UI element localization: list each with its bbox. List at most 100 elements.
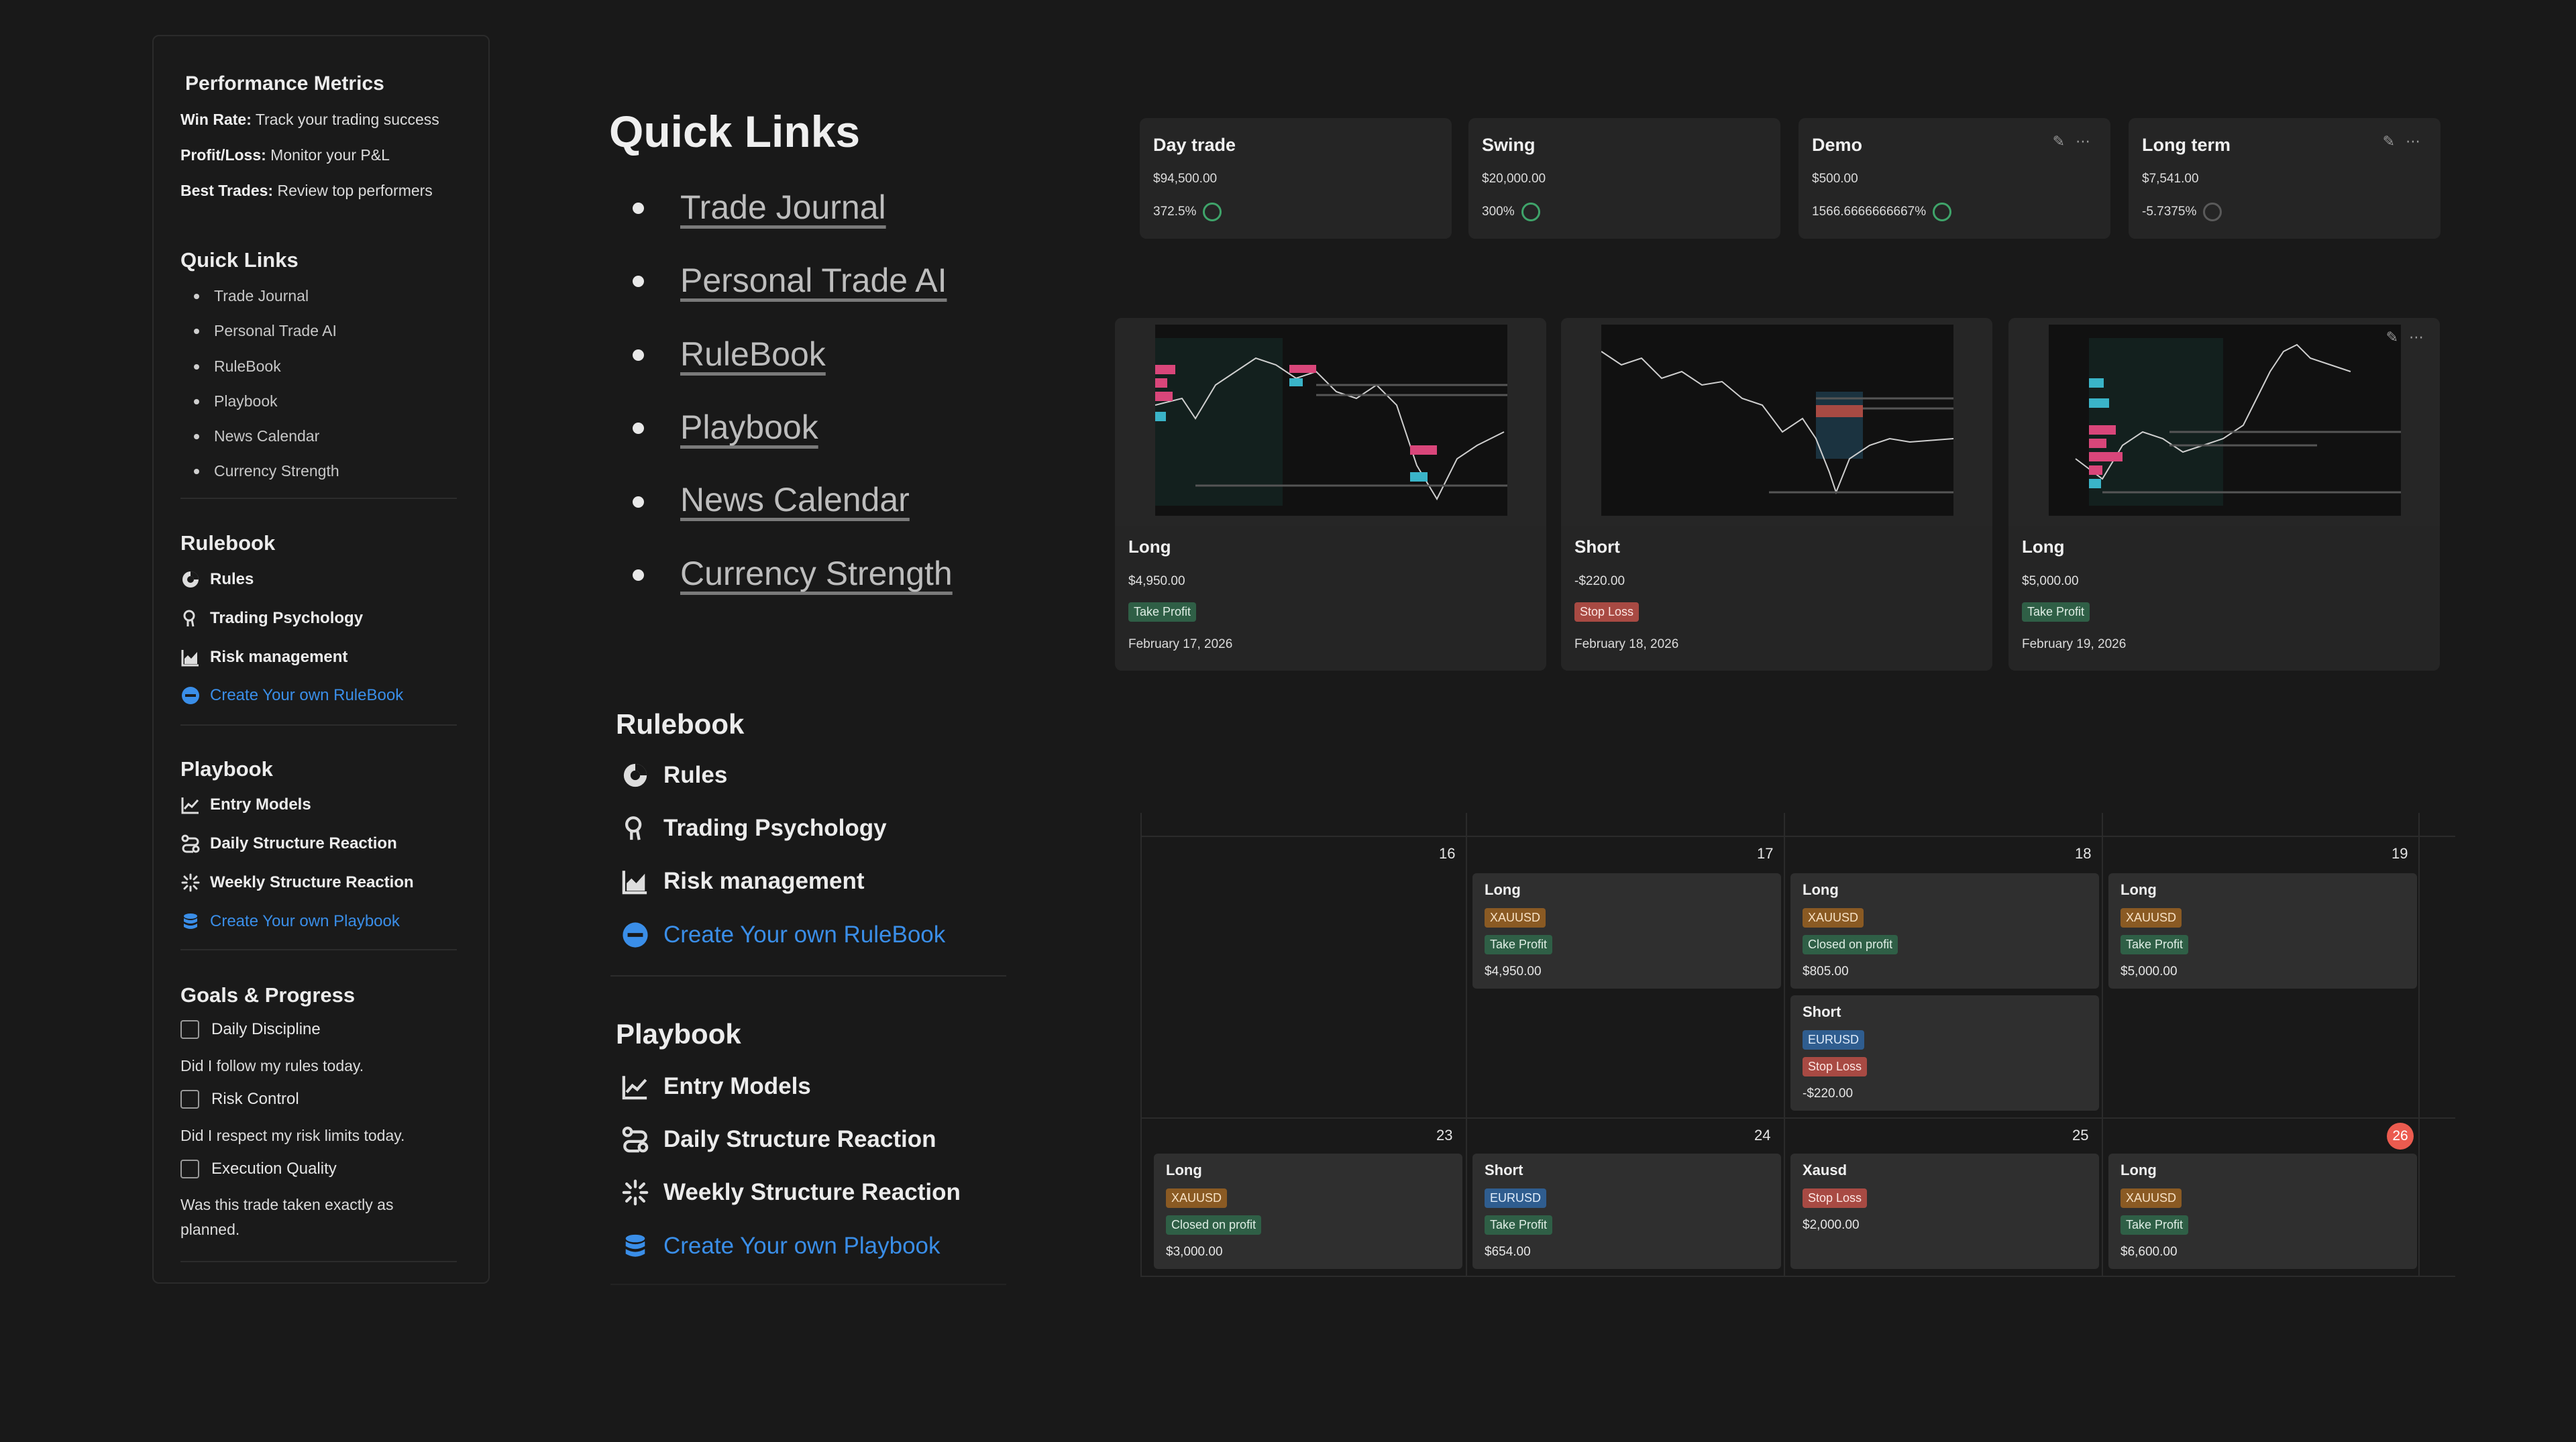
trade-side: Long <box>1128 537 1171 557</box>
trade-amount: $5,000.00 <box>2022 574 2079 588</box>
link-currency-strength[interactable]: Currency Strength <box>680 554 953 593</box>
sidebar-link-trade-journal[interactable]: Trade Journal <box>193 287 309 305</box>
account-balance: $20,000.00 <box>1482 172 1546 186</box>
edit-icon[interactable]: ✎ <box>2386 329 2398 346</box>
return-value: 1566.6666666667% <box>1812 205 1927 219</box>
sidebar-rulebook-title: Rulebook <box>180 531 276 555</box>
grid-line <box>1466 813 1467 1277</box>
rulebook-title: Rulebook <box>616 708 745 740</box>
calendar: 16 17 18 19 Long XAUUSD Take Profit $4,9… <box>1140 813 2455 1277</box>
sidebar-item-trading-psychology[interactable]: Trading Psychology <box>180 608 363 628</box>
minus-circle-icon <box>180 685 201 706</box>
link-playbook[interactable]: Playbook <box>680 408 818 447</box>
item-rules[interactable]: Rules <box>621 761 727 790</box>
trade-date: February 18, 2026 <box>1574 637 1679 651</box>
grid-line <box>1140 813 1142 1277</box>
calendar-event[interactable]: Long XAUUSD Closed on profit $805.00 <box>1790 873 2099 989</box>
divider <box>180 1261 457 1262</box>
trade-card[interactable]: Short -$220.00 Stop Loss February 18, 20… <box>1561 318 1992 671</box>
day-number: 24 <box>1754 1127 1771 1144</box>
calendar-event[interactable]: Short EURUSD Stop Loss -$220.00 <box>1790 995 2099 1111</box>
sidebar-link-currency-strength[interactable]: Currency Strength <box>194 462 339 480</box>
calendar-event[interactable]: Short EURUSD Take Profit $654.00 <box>1472 1154 1781 1269</box>
sidebar-link-playbook[interactable]: Playbook <box>194 392 278 410</box>
calendar-event[interactable]: Long XAUUSD Closed on profit $3,000.00 <box>1154 1154 1462 1269</box>
sidebar-goals-title: Goals & Progress <box>180 983 356 1007</box>
grid-line <box>1140 1117 2455 1119</box>
sidebar-item-label: Entry Models <box>210 795 311 814</box>
grid-line <box>1784 813 1785 1277</box>
account-name: Long term <box>2142 135 2231 155</box>
item-entry-models[interactable]: Entry Models <box>621 1072 811 1101</box>
minus-circle-icon <box>621 920 650 950</box>
divider <box>610 1284 1006 1285</box>
calendar-event[interactable]: Xausd Stop Loss $2,000.00 <box>1790 1154 2099 1269</box>
calendar-event[interactable]: Long XAUUSD Take Profit $5,000.00 <box>2108 873 2417 989</box>
link-trade-journal[interactable]: Trade Journal <box>680 188 886 227</box>
goal-daily-discipline[interactable]: Daily Discipline <box>180 1020 321 1039</box>
item-label: Trading Psychology <box>663 815 887 841</box>
checkbox[interactable] <box>180 1020 199 1039</box>
edit-icon[interactable]: ✎ <box>2053 133 2065 150</box>
checkbox[interactable] <box>180 1090 199 1109</box>
create-rulebook-link[interactable]: Create Your own RuleBook <box>621 920 945 950</box>
item-label: Entry Models <box>663 1073 811 1099</box>
sidebar-link-personal-trade-ai[interactable]: Personal Trade AI <box>194 322 337 340</box>
route-icon <box>621 1125 650 1154</box>
grid-line <box>2418 813 2420 1277</box>
event-side: Xausd <box>1803 1162 1847 1178</box>
calendar-event[interactable]: Long XAUUSD Take Profit $4,950.00 <box>1472 873 1781 989</box>
event-amount: -$220.00 <box>1803 1087 1854 1101</box>
account-balance: $94,500.00 <box>1153 172 1218 186</box>
loader-icon <box>180 873 201 893</box>
sidebar-item-weekly-structure[interactable]: Weekly Structure Reaction <box>180 873 414 893</box>
item-daily-structure[interactable]: Daily Structure Reaction <box>621 1125 936 1154</box>
sidebar-quick-links-title: Quick Links <box>180 248 299 272</box>
account-card[interactable]: Swing $20,000.00 300% <box>1468 118 1780 239</box>
palette-icon <box>180 569 201 590</box>
goal-risk-control[interactable]: Risk Control <box>180 1090 299 1109</box>
link-personal-trade-ai[interactable]: Personal Trade AI <box>680 261 947 300</box>
sidebar-item-risk-management[interactable]: Risk management <box>180 647 347 667</box>
sidebar-link-rulebook[interactable]: RuleBook <box>194 357 281 376</box>
area-chart-icon <box>621 867 650 896</box>
result-badge: Closed on profit <box>1803 935 1898 954</box>
link-rulebook[interactable]: RuleBook <box>680 335 826 374</box>
account-return: 372.5% <box>1153 203 1222 221</box>
account-card[interactable]: Day trade $94,500.00 372.5% <box>1140 118 1452 239</box>
sidebar-create-playbook[interactable]: Create Your own Playbook <box>180 911 400 932</box>
item-risk-management[interactable]: Risk management <box>621 867 865 896</box>
return-value: -5.7375% <box>2142 205 2197 219</box>
metric-best-trades: Best Trades: Review top performers <box>180 182 433 199</box>
sidebar-create-rulebook[interactable]: Create Your own RuleBook <box>180 685 403 706</box>
sidebar-item-daily-structure[interactable]: Daily Structure Reaction <box>180 834 397 854</box>
checkbox[interactable] <box>180 1160 199 1178</box>
account-name: Demo <box>1812 135 1863 155</box>
goal-label: Execution Quality <box>211 1160 337 1178</box>
goal-execution-quality[interactable]: Execution Quality <box>180 1160 337 1178</box>
divider <box>610 975 1006 977</box>
account-balance: $7,541.00 <box>2142 172 2199 186</box>
sidebar-item-rules[interactable]: Rules <box>180 569 254 590</box>
grid-line <box>1140 1276 2455 1277</box>
calendar-event[interactable]: Long XAUUSD Take Profit $6,600.00 <box>2108 1154 2417 1269</box>
bullet <box>633 569 644 581</box>
create-playbook-link[interactable]: Create Your own Playbook <box>621 1231 941 1261</box>
pair-badge: XAUUSD <box>1485 908 1546 928</box>
link-news-calendar[interactable]: News Calendar <box>680 480 910 519</box>
sidebar-item-label: Create Your own RuleBook <box>210 686 404 704</box>
more-icon[interactable]: ⋯ <box>2076 133 2090 150</box>
edit-icon[interactable]: ✎ <box>2383 133 2395 150</box>
item-trading-psychology[interactable]: Trading Psychology <box>621 814 887 843</box>
trade-card[interactable]: ✎ ⋯ Long $5,000.00 Take Profit February 1… <box>2008 318 2440 671</box>
more-icon[interactable]: ⋯ <box>2406 133 2420 150</box>
today-marker[interactable]: 26 <box>2387 1123 2414 1150</box>
return-value: 372.5% <box>1153 205 1197 219</box>
account-card[interactable]: Demo ✎ ⋯ $500.00 1566.6666666667% <box>1799 118 2110 239</box>
more-icon[interactable]: ⋯ <box>2409 329 2424 346</box>
sidebar-item-entry-models[interactable]: Entry Models <box>180 795 311 815</box>
item-weekly-structure[interactable]: Weekly Structure Reaction <box>621 1178 961 1207</box>
trade-card[interactable]: Long $4,950.00 Take Profit February 17, … <box>1115 318 1546 671</box>
account-card[interactable]: Long term ✎ ⋯ $7,541.00 -5.7375% <box>2129 118 2440 239</box>
sidebar-link-news-calendar[interactable]: News Calendar <box>193 427 319 445</box>
